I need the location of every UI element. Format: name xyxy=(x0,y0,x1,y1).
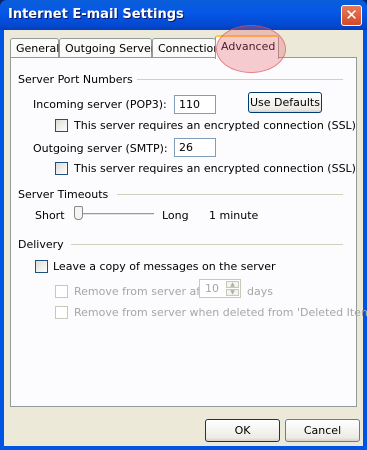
remove-after-checkbox[interactable] xyxy=(55,285,68,298)
timeout-slider-thumb[interactable] xyxy=(74,206,83,220)
outgoing-server-label: Outgoing server (SMTP): xyxy=(33,142,168,155)
timeout-short-label: Short xyxy=(35,209,65,222)
remove-after-days-value: 10 xyxy=(205,282,219,295)
timeout-long-label: Long xyxy=(162,209,189,222)
tab-label: Outgoing Server xyxy=(65,42,156,55)
ok-label: OK xyxy=(234,424,251,437)
use-defaults-button[interactable]: Use Defaults xyxy=(248,92,322,113)
delivery-heading: Delivery xyxy=(18,238,64,251)
use-defaults-label: Use Defaults xyxy=(250,96,320,109)
window-title: Internet E-mail Settings xyxy=(8,7,184,22)
days-label: days xyxy=(247,285,273,298)
dialog-window: Internet E-mail Settings ✕ General Outgo… xyxy=(0,0,367,450)
timeout-value: 1 minute xyxy=(209,209,259,222)
tab-general[interactable]: General xyxy=(10,38,59,57)
cancel-button[interactable]: Cancel xyxy=(285,419,360,442)
server-timeouts-heading: Server Timeouts xyxy=(18,188,109,201)
leave-copy-checkbox[interactable] xyxy=(35,260,48,273)
dialog-client: General Outgoing Server Connection Advan… xyxy=(4,25,367,446)
ok-button[interactable]: OK xyxy=(205,419,280,442)
outgoing-ssl-checkbox[interactable] xyxy=(55,162,68,175)
remove-after-days-spinner[interactable]: 10 ▲ ▼ xyxy=(199,279,241,298)
tab-label: Connection xyxy=(158,42,221,55)
delivery-divider xyxy=(71,244,343,245)
timeout-slider-track xyxy=(74,213,154,216)
incoming-server-label: Incoming server (POP3): xyxy=(33,98,167,111)
server-ports-divider xyxy=(137,79,343,80)
tab-label: General xyxy=(16,42,60,55)
outgoing-port-value: 26 xyxy=(179,141,193,154)
incoming-port-input[interactable]: 110 xyxy=(174,95,216,114)
close-icon: ✕ xyxy=(345,6,358,24)
server-ports-heading: Server Port Numbers xyxy=(18,73,133,86)
leave-copy-label: Leave a copy of messages on the server xyxy=(53,260,276,273)
cancel-label: Cancel xyxy=(303,424,342,437)
remove-after-label: Remove from server after xyxy=(74,285,216,298)
outgoing-port-input[interactable]: 26 xyxy=(174,138,216,157)
close-button[interactable]: ✕ xyxy=(341,5,362,26)
server-timeouts-divider xyxy=(117,194,343,195)
spinner-up-icon[interactable]: ▲ xyxy=(226,281,239,288)
remove-deleted-label: Remove from server when deleted from 'De… xyxy=(74,306,367,319)
tab-highlight-marker xyxy=(216,25,286,73)
incoming-ssl-checkbox[interactable] xyxy=(55,119,68,132)
advanced-tab-panel: Server Port Numbers Incoming server (POP… xyxy=(10,57,367,407)
outgoing-ssl-label: This server requires an encrypted connec… xyxy=(74,162,356,175)
incoming-port-value: 110 xyxy=(179,98,200,111)
title-bar[interactable]: Internet E-mail Settings ✕ xyxy=(0,0,367,30)
remove-deleted-checkbox[interactable] xyxy=(55,306,68,319)
tab-connection[interactable]: Connection xyxy=(152,38,220,57)
spinner-down-icon[interactable]: ▼ xyxy=(226,289,239,296)
tab-outgoing-server[interactable]: Outgoing Server xyxy=(59,38,156,57)
incoming-ssl-label: This server requires an encrypted connec… xyxy=(74,119,356,132)
